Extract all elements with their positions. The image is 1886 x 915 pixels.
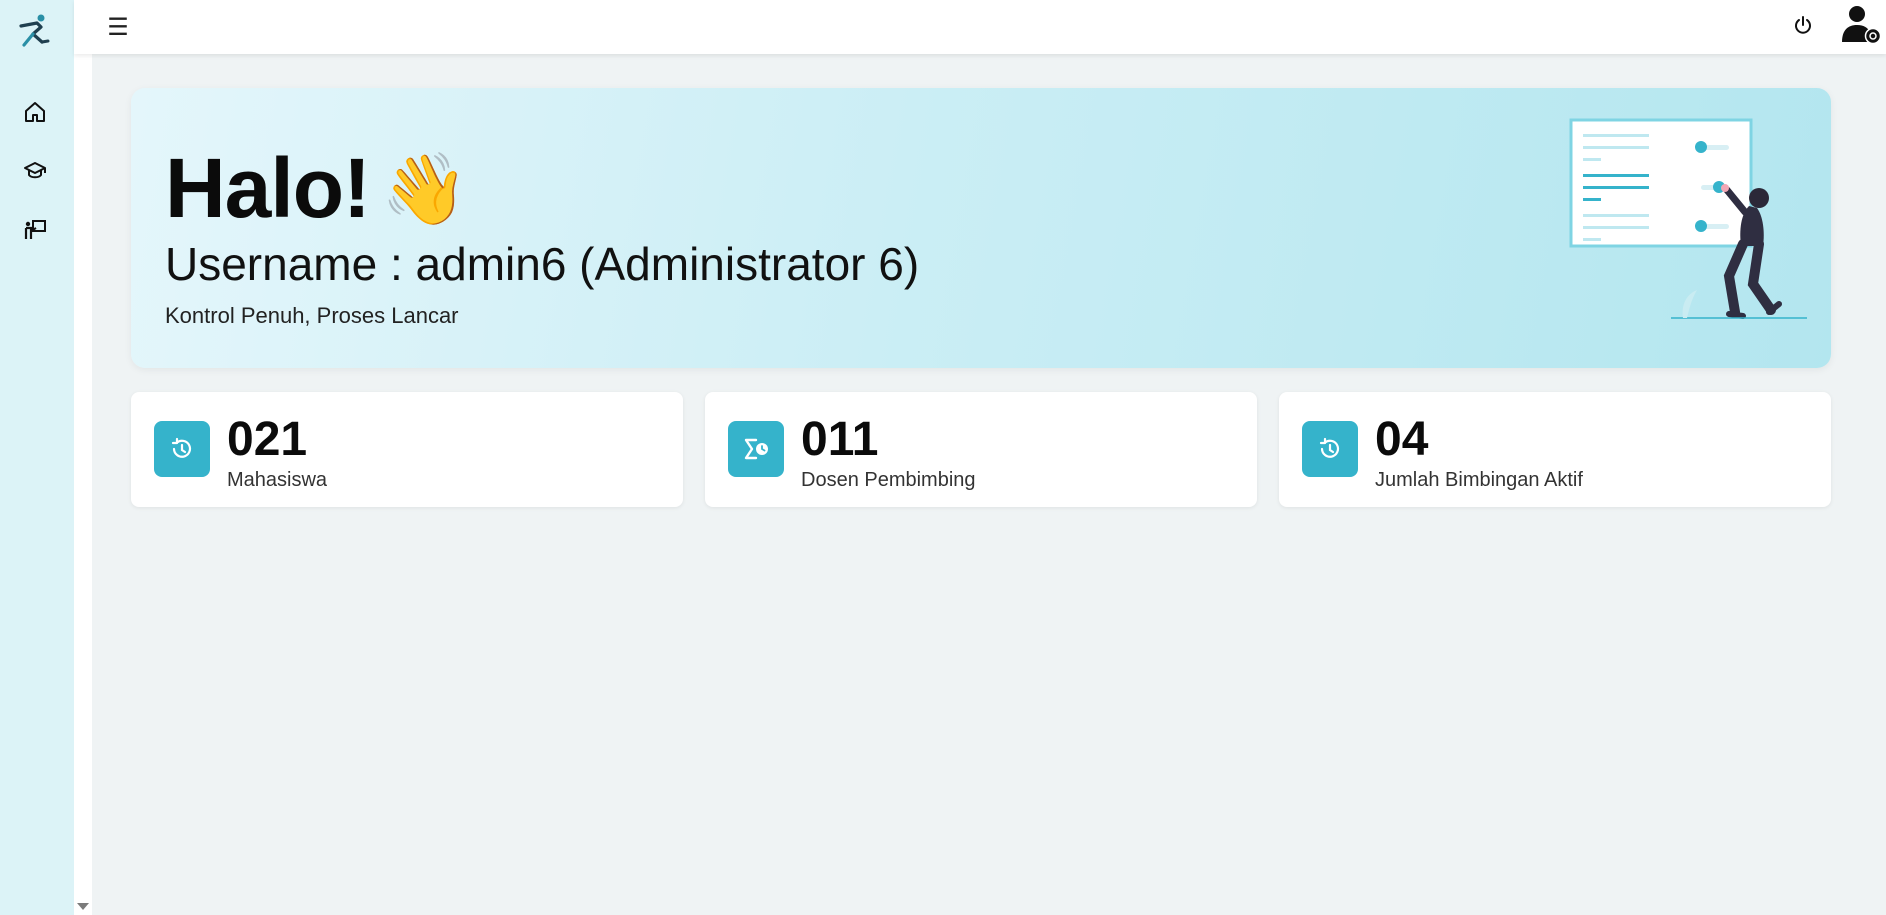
stat-label: Mahasiswa [227, 469, 328, 491]
menu-toggle-button[interactable]: ☰ [104, 13, 132, 41]
runner-logo-icon[interactable] [15, 12, 53, 50]
stat-value: 04 [1375, 413, 1429, 466]
sidebar-item-home[interactable] [20, 99, 50, 129]
welcome-banner: Halo! 👋 Username : admin6 (Administrator… [131, 88, 1831, 368]
stat-card-students[interactable]: 021 Mahasiswa [131, 392, 683, 507]
sigma-clock-icon [728, 421, 784, 477]
home-icon [23, 100, 47, 129]
stat-label: Jumlah Bimbingan Aktif [1375, 469, 1583, 491]
stat-label: Dosen Pembimbing [801, 469, 976, 491]
clock-refresh-icon [1302, 421, 1358, 477]
teacher-board-icon [23, 218, 47, 247]
sidebar-scroll-gutter [74, 0, 92, 915]
stat-value: 021 [227, 413, 308, 466]
greeting-title: Halo! [165, 141, 371, 235]
power-icon [1793, 15, 1813, 40]
clock-refresh-icon [154, 421, 210, 477]
logout-button[interactable] [1789, 13, 1817, 41]
sidebar-item-lecturers[interactable] [20, 217, 50, 247]
username-line: Username : admin6 (Administrator 6) [165, 238, 920, 290]
stat-value: 011 [801, 413, 879, 466]
stat-card-lecturers[interactable]: 011 Dosen Pembimbing [705, 392, 1257, 507]
topbar: ☰ [74, 0, 1886, 54]
banner-subtitle: Kontrol Penuh, Proses Lancar [165, 303, 459, 328]
settings-illustration [1531, 114, 1811, 344]
waving-hand-icon: 👋 [381, 150, 469, 228]
user-settings-icon[interactable] [1840, 4, 1882, 46]
stat-card-active-guidance[interactable]: 04 Jumlah Bimbingan Aktif [1279, 392, 1831, 507]
sidebar [0, 0, 74, 915]
graduation-cap-icon [23, 159, 47, 188]
scroll-down-arrow-icon[interactable] [77, 903, 89, 910]
sidebar-item-students[interactable] [20, 158, 50, 188]
